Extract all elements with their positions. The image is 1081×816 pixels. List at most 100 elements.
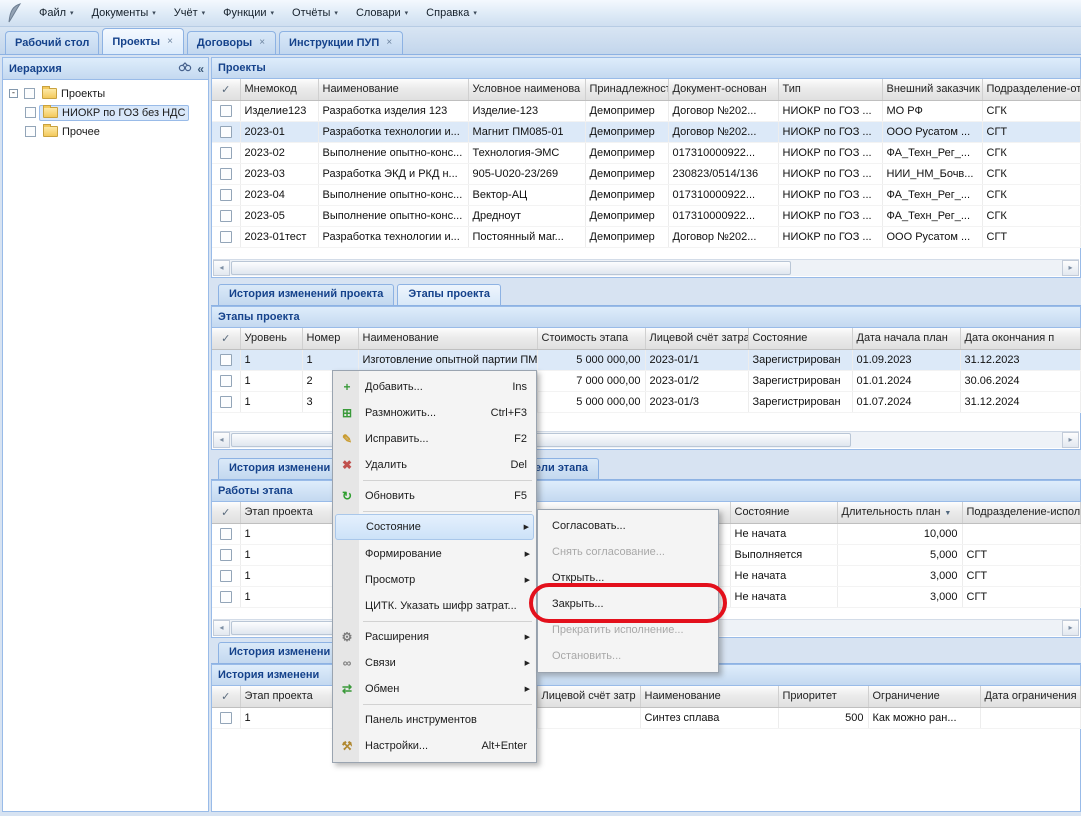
scroll-right-icon[interactable]: ▸ <box>1062 620 1079 636</box>
tree-node-niokr[interactable]: НИОКР по ГОЗ без НДС <box>22 103 206 122</box>
row-checkbox[interactable] <box>220 189 232 201</box>
tab-desktop[interactable]: Рабочий стол <box>5 31 99 54</box>
tree-node-other[interactable]: Прочее <box>22 122 206 141</box>
row-checkbox[interactable] <box>220 210 232 222</box>
table-row[interactable]: 2023-04Выполнение опытно-конс...Вектор-А… <box>212 184 1080 205</box>
menubar-item-documents[interactable]: Документы▾ <box>83 4 165 22</box>
tab-projects[interactable]: Проекты× <box>102 28 184 54</box>
column-header[interactable]: Номер <box>302 328 358 349</box>
column-header[interactable]: Условное наименова <box>468 79 585 100</box>
menu-item-settings[interactable]: ⚒Настройки...Alt+Enter <box>333 733 536 759</box>
select-all-checkbox-header[interactable]: ✓ <box>212 686 240 707</box>
column-header[interactable]: Дата начала план <box>852 328 960 349</box>
column-header[interactable]: Уровень <box>240 328 302 349</box>
column-header[interactable]: Наименование <box>640 686 778 707</box>
menubar-item-reports[interactable]: Отчёты▾ <box>283 4 347 22</box>
table-row[interactable]: 2023-01тестРазработка технологии и...Пос… <box>212 226 1080 247</box>
row-checkbox[interactable] <box>220 231 232 243</box>
tab-project-stages[interactable]: Этапы проекта <box>397 284 501 305</box>
column-header[interactable]: Длительность план▼ <box>837 502 962 523</box>
table-row[interactable]: 2023-02Выполнение опытно-конс...Технолог… <box>212 142 1080 163</box>
column-header[interactable]: Состояние <box>730 502 837 523</box>
scroll-left-icon[interactable]: ◂ <box>213 620 230 636</box>
close-tab-icon[interactable]: × <box>166 37 174 47</box>
column-header[interactable]: Наименование <box>318 79 468 100</box>
close-tab-icon[interactable]: × <box>385 38 393 48</box>
table-row[interactable]: 2023-03Разработка ЭКД и РКД н...905-U020… <box>212 163 1080 184</box>
column-header[interactable]: Дата ограничения <box>980 686 1080 707</box>
select-all-checkbox-header[interactable]: ✓ <box>212 79 240 100</box>
row-checkbox[interactable] <box>220 105 232 117</box>
table-row[interactable]: 2023-05Выполнение опытно-конс...Дредноут… <box>212 205 1080 226</box>
scroll-left-icon[interactable]: ◂ <box>213 260 230 276</box>
menu-item-view[interactable]: Просмотр▶ <box>333 567 536 593</box>
column-header[interactable]: Подразделение-исполн <box>962 502 1080 523</box>
column-header[interactable]: Внешний заказчик <box>882 79 982 100</box>
column-header[interactable]: Лицевой счёт затрат <box>645 328 748 349</box>
column-header[interactable]: Приоритет <box>778 686 868 707</box>
menu-item-formation[interactable]: Формирование▶ <box>333 541 536 567</box>
row-checkbox[interactable] <box>220 549 232 561</box>
menu-item-extensions[interactable]: ⚙Расширения▶ <box>333 624 536 650</box>
menu-item-state[interactable]: Состояние▶ <box>335 514 534 540</box>
column-header[interactable]: Ограничение <box>868 686 980 707</box>
column-header[interactable]: Принадлежность <box>585 79 668 100</box>
row-checkbox[interactable] <box>220 354 232 366</box>
row-checkbox[interactable] <box>220 570 232 582</box>
menu-item-links[interactable]: ∞Связи▶ <box>333 650 536 676</box>
column-header[interactable]: Мнемокод <box>240 79 318 100</box>
column-header[interactable]: Документ-основан <box>668 79 778 100</box>
scroll-left-icon[interactable]: ◂ <box>213 432 230 448</box>
scroll-thumb[interactable] <box>231 433 851 447</box>
tree-checkbox[interactable] <box>25 107 36 118</box>
close-tab-icon[interactable]: × <box>258 38 266 48</box>
select-all-checkbox-header[interactable]: ✓ <box>212 328 240 349</box>
menu-item-edit[interactable]: ✎Исправить...F2 <box>333 426 536 452</box>
scroll-thumb[interactable] <box>231 261 791 275</box>
menubar-item-dictionaries[interactable]: Словари▾ <box>347 4 417 22</box>
column-header[interactable]: Этап проекта <box>240 686 332 707</box>
horizontal-scrollbar[interactable]: ◂ ▸ <box>213 259 1079 276</box>
column-header[interactable]: Стоимость этапа <box>537 328 645 349</box>
column-header[interactable]: Лицевой счёт затр <box>537 686 640 707</box>
row-checkbox[interactable] <box>220 375 232 387</box>
menubar-item-file[interactable]: Файл▾ <box>30 4 83 22</box>
column-header[interactable]: Состояние <box>748 328 852 349</box>
menu-item-delete[interactable]: ✖УдалитьDel <box>333 452 536 478</box>
select-all-checkbox-header[interactable]: ✓ <box>212 502 240 523</box>
menu-item-duplicate[interactable]: ⊞Размножить...Ctrl+F3 <box>333 400 536 426</box>
menubar-item-accounting[interactable]: Учёт▾ <box>165 4 214 22</box>
tab-contracts[interactable]: Договоры× <box>187 31 276 54</box>
menubar-item-help[interactable]: Справка▾ <box>417 4 486 22</box>
column-header[interactable]: Подразделение-от <box>982 79 1080 100</box>
row-checkbox[interactable] <box>220 591 232 603</box>
menu-item-toolbar-panel[interactable]: Панель инструментов <box>333 707 536 733</box>
column-header[interactable]: Тип <box>778 79 882 100</box>
menu-item-add[interactable]: +Добавить...Ins <box>333 374 536 400</box>
column-header[interactable]: Этап проекта <box>240 502 332 523</box>
row-checkbox[interactable] <box>220 168 232 180</box>
scroll-right-icon[interactable]: ▸ <box>1062 432 1079 448</box>
row-checkbox[interactable] <box>220 528 232 540</box>
scroll-right-icon[interactable]: ▸ <box>1062 260 1079 276</box>
tree-checkbox[interactable] <box>24 88 35 99</box>
column-header[interactable]: Дата окончания п <box>960 328 1080 349</box>
row-checkbox[interactable] <box>220 396 232 408</box>
tree-node-projects[interactable]: - Проекты <box>8 84 206 103</box>
menu-item-citk[interactable]: ЦИТК. Указать шифр затрат... <box>333 593 536 619</box>
tree-checkbox[interactable] <box>25 126 36 137</box>
tab-project-change-history[interactable]: История изменений проекта <box>218 284 394 305</box>
menu-item-approve[interactable]: Согласовать... <box>538 513 718 539</box>
row-checkbox[interactable] <box>220 147 232 159</box>
table-row[interactable]: 11Изготовление опытной партии ПМ0...5 00… <box>212 349 1080 370</box>
row-checkbox[interactable] <box>220 126 232 138</box>
table-row[interactable]: 2023-01Разработка технологии и...Магнит … <box>212 121 1080 142</box>
collapse-node-icon[interactable]: - <box>9 89 18 98</box>
row-checkbox[interactable] <box>220 712 232 724</box>
menu-item-exchange[interactable]: ⇄Обмен▶ <box>333 676 536 702</box>
menu-item-refresh[interactable]: ↻ОбновитьF5 <box>333 483 536 509</box>
tab-pup-instructions[interactable]: Инструкции ПУП× <box>279 31 403 54</box>
column-header[interactable]: Наименование <box>358 328 537 349</box>
table-row[interactable]: Изделие123Разработка изделия 123Изделие-… <box>212 100 1080 121</box>
menubar-item-functions[interactable]: Функции▾ <box>214 4 283 22</box>
